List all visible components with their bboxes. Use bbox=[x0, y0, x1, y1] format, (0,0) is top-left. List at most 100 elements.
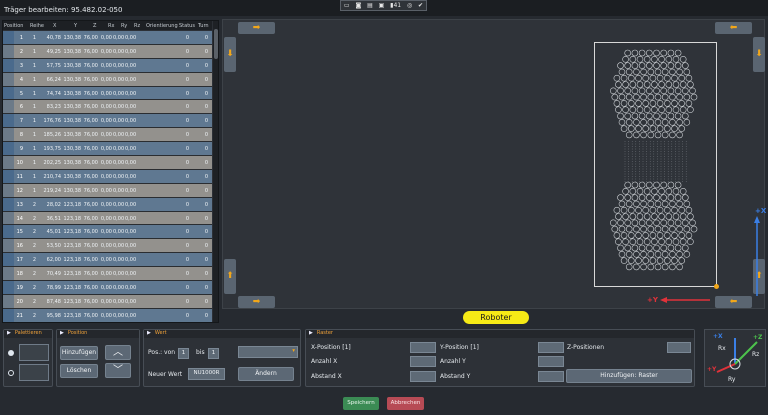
rack-hole[interactable] bbox=[679, 55, 687, 63]
move-right-bottom-button[interactable]: ➡ bbox=[238, 296, 275, 308]
rack-hole[interactable] bbox=[617, 244, 624, 252]
rack-hole[interactable] bbox=[615, 81, 622, 88]
rack-hole[interactable] bbox=[689, 87, 696, 95]
rack-hole[interactable] bbox=[631, 194, 639, 201]
rack-hole[interactable] bbox=[654, 131, 662, 139]
rack-hole[interactable] bbox=[667, 181, 675, 189]
rack-hole[interactable] bbox=[669, 93, 676, 101]
rack-hole[interactable] bbox=[676, 68, 683, 76]
rack-hole[interactable] bbox=[682, 87, 689, 95]
rack-hole[interactable] bbox=[622, 188, 629, 195]
rack-hole[interactable] bbox=[629, 55, 637, 63]
rack-hole[interactable] bbox=[625, 68, 633, 76]
rack-hole[interactable] bbox=[649, 125, 657, 132]
value-dropdown[interactable]: ▾ bbox=[238, 346, 298, 358]
rack-hole[interactable] bbox=[620, 74, 628, 82]
rack-hole[interactable] bbox=[679, 188, 687, 195]
col-rx[interactable]: Rx bbox=[108, 23, 114, 29]
move-up-button[interactable]: ︿ bbox=[105, 345, 131, 360]
rack-hole[interactable] bbox=[618, 68, 626, 76]
rack-hole[interactable] bbox=[633, 131, 640, 139]
cancel-button[interactable]: Abbrechen bbox=[387, 397, 424, 410]
y-position-input[interactable] bbox=[538, 342, 564, 353]
rack-hole[interactable] bbox=[631, 112, 639, 120]
rack-hole[interactable] bbox=[617, 62, 624, 69]
col-orientierung[interactable]: Orientierung bbox=[146, 23, 178, 29]
col-y[interactable]: Y bbox=[74, 23, 77, 29]
rack-hole[interactable] bbox=[656, 74, 664, 82]
rack-hole[interactable] bbox=[687, 106, 694, 113]
rack-hole[interactable] bbox=[676, 93, 683, 101]
rack-hole[interactable] bbox=[624, 219, 632, 227]
rack-hole[interactable] bbox=[671, 100, 678, 107]
rack-hole[interactable] bbox=[622, 213, 629, 220]
grid-pattern-a-icon[interactable] bbox=[19, 344, 49, 361]
rack-hole[interactable] bbox=[625, 263, 633, 271]
count-y-input[interactable] bbox=[538, 356, 564, 367]
rack-hole[interactable] bbox=[625, 200, 633, 208]
rack-hole[interactable] bbox=[660, 87, 667, 95]
rack-hole[interactable] bbox=[647, 68, 655, 76]
rack-hole[interactable] bbox=[660, 112, 667, 120]
rack-hole[interactable] bbox=[685, 100, 693, 107]
rack-hole[interactable] bbox=[615, 238, 622, 245]
col-position[interactable]: Position bbox=[4, 23, 23, 29]
table-row[interactable]: 16 2 53,50 123,18 76,00 0,00 0,00 0,00 0 0 bbox=[3, 239, 212, 254]
rack-hole[interactable] bbox=[672, 55, 680, 63]
rack-hole[interactable] bbox=[622, 106, 629, 113]
rack-hole[interactable] bbox=[672, 188, 680, 195]
rack-hole[interactable] bbox=[664, 74, 671, 82]
rack-hole[interactable] bbox=[635, 74, 642, 82]
x-position-input[interactable] bbox=[410, 342, 436, 353]
rack-hole[interactable] bbox=[638, 62, 646, 69]
rack-hole[interactable] bbox=[624, 181, 632, 189]
rack-hole[interactable] bbox=[672, 81, 680, 88]
rack-hole[interactable] bbox=[636, 81, 644, 88]
rack-hole[interactable] bbox=[651, 106, 658, 113]
rack-hole[interactable] bbox=[620, 125, 628, 132]
rack-hole[interactable] bbox=[629, 238, 637, 245]
rack-hole[interactable] bbox=[658, 81, 665, 88]
add-position-button[interactable]: Hinzufügen bbox=[60, 346, 98, 360]
rack-hole[interactable] bbox=[683, 68, 691, 76]
rack-hole[interactable] bbox=[627, 257, 635, 264]
rack-hole[interactable] bbox=[625, 251, 633, 258]
move-down-button[interactable]: ﹀ bbox=[105, 363, 131, 378]
rack-hole[interactable] bbox=[633, 251, 640, 258]
rack-hole[interactable] bbox=[636, 55, 644, 63]
rack-hole[interactable] bbox=[629, 106, 637, 113]
rack-hole[interactable] bbox=[661, 119, 669, 126]
rack-hole[interactable] bbox=[627, 74, 635, 82]
table-row[interactable]: 1 1 40,78 130,38 76,00 0,00 0,00 0,00 0 0 bbox=[3, 31, 212, 45]
rack-hole[interactable] bbox=[611, 93, 619, 101]
rack-hole[interactable] bbox=[654, 119, 662, 126]
rack-hole[interactable] bbox=[678, 74, 685, 82]
collapse-icon[interactable]: ▶ bbox=[309, 330, 313, 336]
collapse-icon[interactable]: ▶ bbox=[60, 330, 64, 336]
rack-hole[interactable] bbox=[615, 213, 622, 220]
rack-hole[interactable] bbox=[613, 100, 621, 107]
rack-hole[interactable] bbox=[629, 213, 637, 220]
rack-hole[interactable] bbox=[676, 131, 683, 139]
rack-hole[interactable] bbox=[625, 93, 633, 101]
network-icon[interactable]: ▤ bbox=[367, 2, 373, 9]
rack-hole[interactable] bbox=[624, 112, 632, 120]
robot-button[interactable]: Roboter bbox=[463, 311, 529, 324]
rack-hole[interactable] bbox=[665, 106, 673, 113]
rack-hole[interactable] bbox=[617, 112, 624, 120]
table-row[interactable]: 10 1 202,25 130,38 76,00 0,00 0,00 0,00 0 0 bbox=[3, 156, 212, 170]
rack-hole[interactable] bbox=[661, 93, 669, 101]
rack-hole[interactable] bbox=[643, 188, 651, 195]
rack-hole[interactable] bbox=[625, 119, 633, 126]
rack-hole[interactable] bbox=[658, 55, 665, 63]
rack-hole[interactable] bbox=[622, 55, 629, 63]
rack-hole[interactable] bbox=[631, 87, 639, 95]
rack-hole[interactable] bbox=[679, 106, 687, 113]
table-row[interactable]: 21 2 95,98 123,18 76,00 0,00 0,00 0,00 0 0 bbox=[3, 308, 212, 322]
rack-hole[interactable] bbox=[645, 112, 653, 120]
rack-hole[interactable] bbox=[690, 93, 698, 101]
rack-hole[interactable] bbox=[678, 100, 685, 107]
rack-hole[interactable] bbox=[613, 232, 621, 239]
display-icon[interactable]: ▣ bbox=[379, 2, 385, 9]
rack-hole[interactable] bbox=[611, 225, 619, 233]
